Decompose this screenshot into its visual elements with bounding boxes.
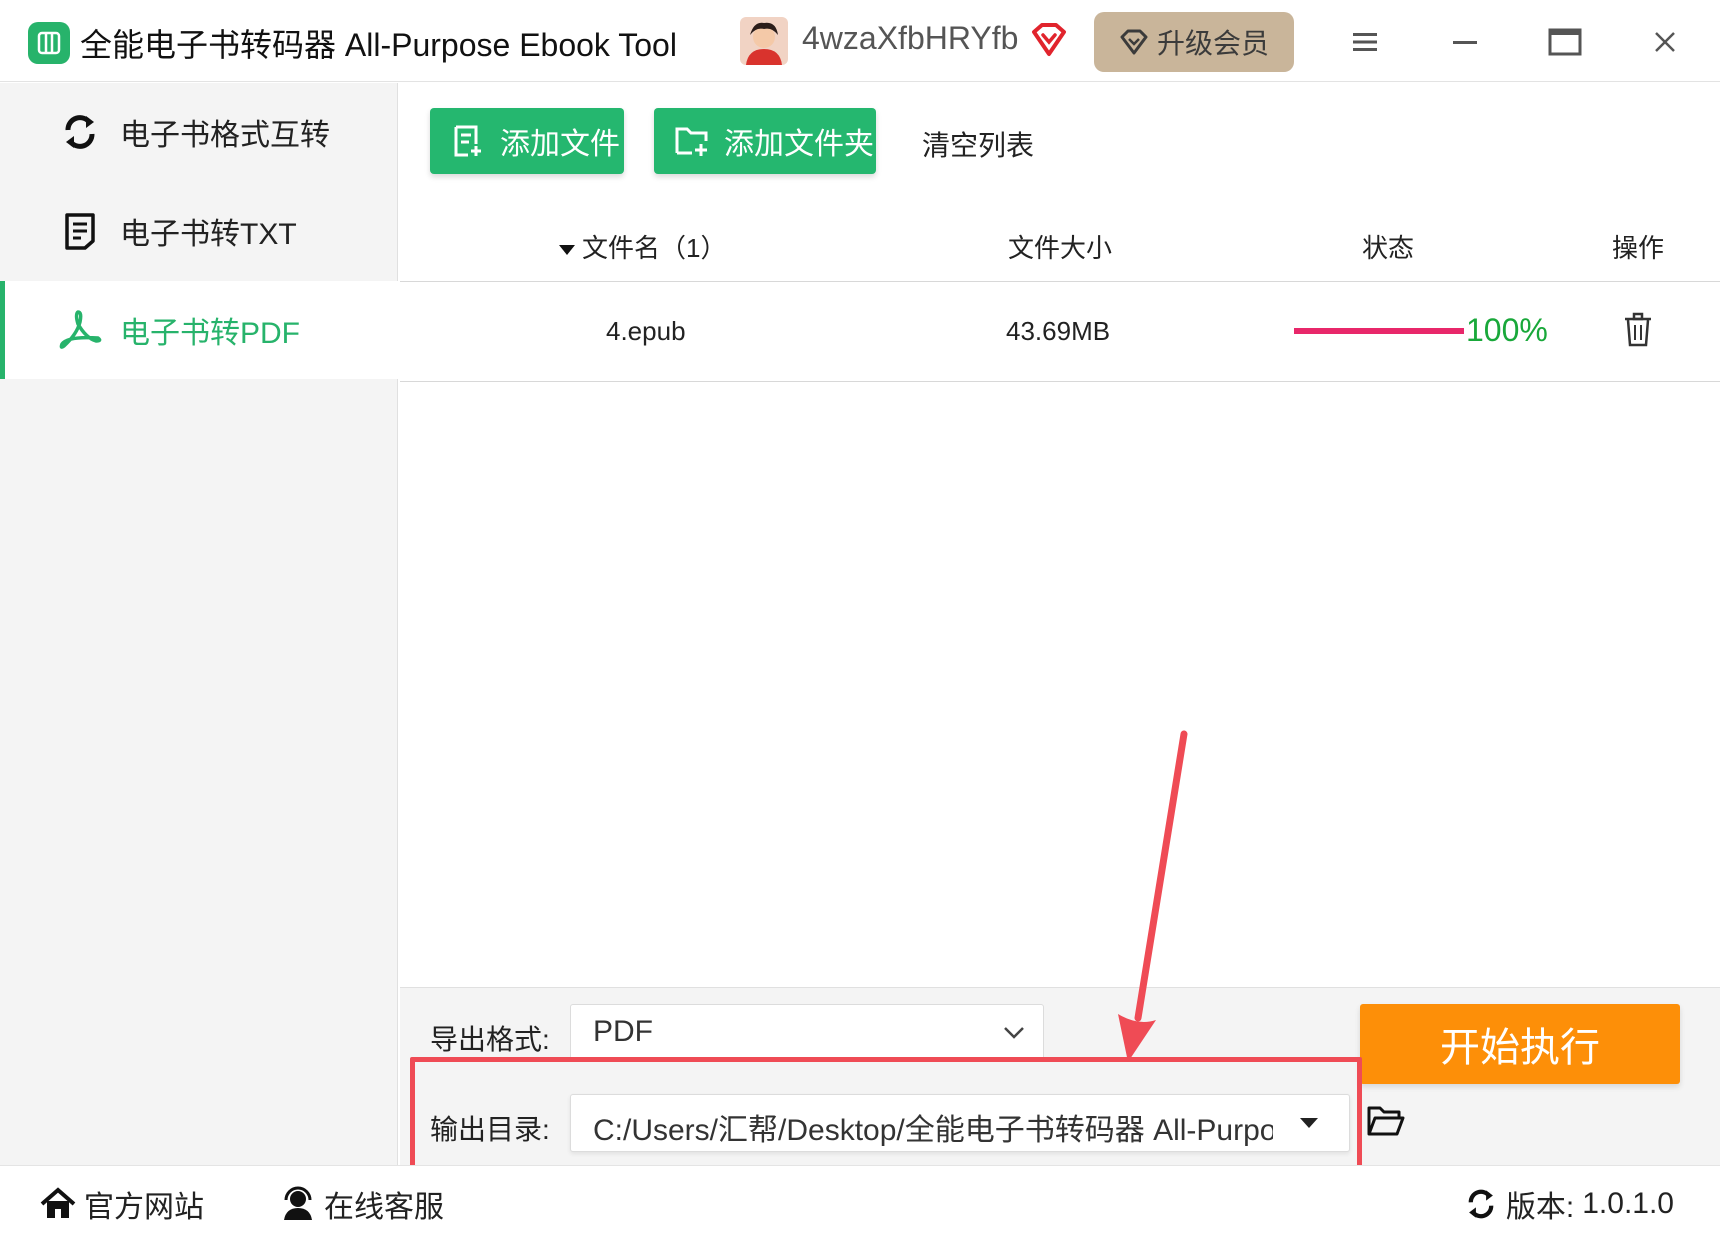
vip-diamond-icon: [1030, 22, 1068, 58]
table-header: 文件名（1） 文件大小 状态 操作: [400, 206, 1720, 282]
close-button[interactable]: [1640, 18, 1690, 66]
row-size: 43.69MB: [1006, 316, 1111, 346]
clear-list-button[interactable]: 清空列表: [922, 124, 1034, 164]
username: 4wzaXfbHRYfb: [802, 20, 1019, 56]
add-folder-label: 添加文件夹: [724, 128, 874, 161]
output-dir-label: 输出目录:: [430, 1114, 550, 1145]
sidebar-item-label: 电子书转TXT: [120, 218, 297, 251]
add-folder-icon: [674, 123, 710, 159]
chevron-down-icon: [1004, 1027, 1024, 1039]
app-logo-icon: [28, 22, 70, 64]
status-header: 状态: [1362, 233, 1415, 263]
output-dir-value: C:/Users/汇帮/Desktop/全能电子书转码器 All-Purpo:: [593, 1114, 1273, 1147]
add-file-icon: [450, 123, 486, 159]
trash-icon: [1625, 312, 1651, 347]
diamond-icon: [1120, 29, 1148, 55]
upgrade-button[interactable]: 升级会员: [1094, 12, 1294, 72]
sidebar-item-label: 电子书转PDF: [120, 317, 300, 350]
support-label: 在线客服: [324, 1191, 444, 1224]
pdf-icon: [58, 308, 102, 352]
avatar[interactable]: [740, 17, 788, 65]
headset-icon: [284, 1186, 312, 1220]
add-file-button[interactable]: 添加文件: [430, 108, 624, 174]
folder-icon: [1367, 1106, 1405, 1136]
document-icon: [58, 209, 102, 253]
menu-button[interactable]: [1340, 18, 1390, 66]
title-bar: 全能电子书转码器 All-Purpose Ebook Tool 4wzaXfbH…: [0, 0, 1720, 82]
output-dir-select[interactable]: C:/Users/汇帮/Desktop/全能电子书转码器 All-Purpo:: [570, 1094, 1350, 1152]
size-header: 文件大小: [1008, 233, 1113, 263]
sidebar-item-txt[interactable]: 电子书转TXT: [0, 182, 398, 280]
filename-header-label: 文件名（1）: [582, 233, 727, 263]
refresh-icon: [1468, 1189, 1494, 1219]
version-info: 版本: 1.0.1.0: [1464, 1182, 1674, 1226]
table-row[interactable]: 4.epub 43.69MB 100%: [400, 282, 1720, 382]
maximize-icon: [1548, 28, 1582, 56]
start-button[interactable]: 开始执行: [1360, 1004, 1680, 1084]
export-format-value: PDF: [593, 1015, 653, 1048]
refresh-icon: [58, 110, 102, 154]
export-format-label: 导出格式:: [430, 1024, 550, 1055]
minimize-button[interactable]: [1440, 18, 1490, 66]
progress-text: 100%: [1466, 312, 1548, 348]
app-title: 全能电子书转码器 All-Purpose Ebook Tool: [80, 27, 677, 63]
delete-button[interactable]: [1622, 312, 1654, 348]
maximize-button[interactable]: [1540, 18, 1590, 66]
caret-down-icon: [1300, 1118, 1318, 1128]
progress-bar: [1294, 328, 1464, 334]
official-website-link[interactable]: 官方网站: [40, 1182, 204, 1226]
row-filename: 4.epub: [606, 316, 686, 346]
open-folder-button[interactable]: [1366, 1104, 1406, 1140]
sort-header-filename[interactable]: 文件名（1）: [558, 228, 726, 265]
sidebar-item-pdf[interactable]: 电子书转PDF: [0, 281, 398, 379]
add-folder-button[interactable]: 添加文件夹: [654, 108, 876, 174]
sidebar-item-label: 电子书格式互转: [120, 119, 330, 152]
upgrade-label: 升级会员: [1156, 28, 1269, 59]
version-value: 1.0.1.0: [1582, 1187, 1674, 1220]
home-icon: [40, 1187, 76, 1218]
minimize-icon: [1453, 41, 1477, 44]
close-icon: [1655, 32, 1675, 52]
export-format-select[interactable]: PDF: [570, 1004, 1044, 1062]
action-header: 操作: [1612, 233, 1665, 263]
sidebar-item-format-convert[interactable]: 电子书格式互转: [0, 83, 398, 181]
file-list-area: [400, 383, 1720, 987]
website-label: 官方网站: [84, 1191, 204, 1224]
version-label: 版本:: [1505, 1191, 1575, 1224]
progress-fill: [1294, 328, 1464, 334]
hamburger-icon: [1353, 33, 1377, 51]
footer: 官方网站 在线客服 版本: 1.0.1.0: [0, 1165, 1720, 1234]
sort-down-icon: [559, 245, 575, 256]
online-support-link[interactable]: 在线客服: [280, 1182, 444, 1226]
sidebar: 电子书格式互转 电子书转TXT 电子书转PDF: [0, 83, 398, 1165]
add-file-label: 添加文件: [500, 128, 620, 161]
